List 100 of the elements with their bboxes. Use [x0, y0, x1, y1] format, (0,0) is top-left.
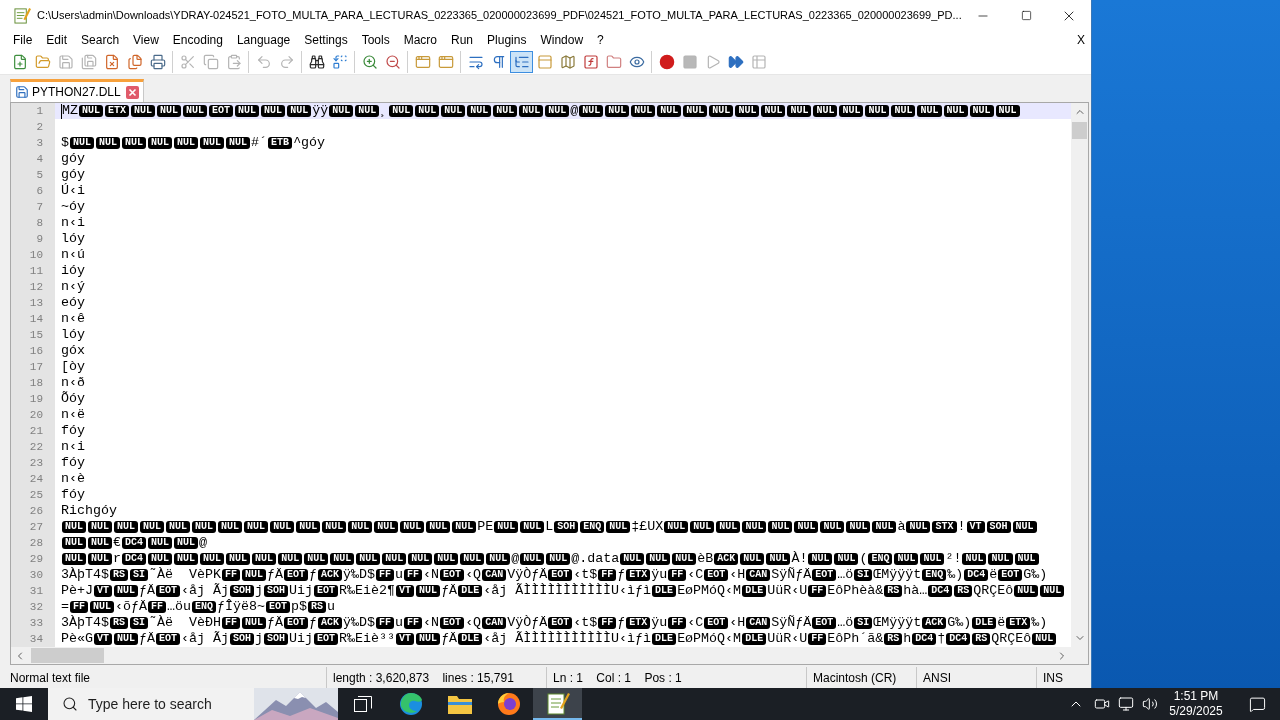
control-character: EOT: [314, 633, 339, 645]
control-character: DC4: [964, 569, 989, 581]
flame-globe-icon[interactable]: [496, 692, 521, 716]
control-character: EOT: [812, 569, 837, 581]
maximize-icon[interactable]: [1020, 10, 1032, 21]
scrollbar-thumb[interactable]: [1072, 122, 1087, 139]
fast-forward-icon[interactable]: [727, 54, 744, 70]
clock-date[interactable]: 5/29/2025: [1169, 704, 1223, 719]
notification-icon[interactable]: [1248, 695, 1266, 713]
code-text: ÿ‰D$: [343, 567, 376, 583]
document-tab[interactable]: PYTHON27.DLL: [10, 79, 144, 102]
printer-icon[interactable]: [149, 54, 166, 70]
close-files-icon[interactable]: [126, 54, 143, 70]
function-icon[interactable]: [582, 54, 599, 70]
menu-item[interactable]: Macro: [396, 31, 444, 50]
line-number: 30: [11, 567, 55, 583]
control-character: NUL: [664, 521, 689, 533]
code-text: UüR‹U: [767, 631, 808, 647]
control-character: NUL: [606, 521, 631, 533]
close-document-button[interactable]: X: [1077, 31, 1085, 50]
line-number: 33: [11, 615, 55, 631]
code-text: EôPh´ã&: [827, 631, 884, 647]
swirl-logo-icon[interactable]: [398, 692, 423, 716]
vertical-scrollbar[interactable]: [1071, 103, 1088, 647]
menu-item[interactable]: Run: [444, 31, 481, 50]
code-text: hà…: [903, 583, 928, 599]
code-text: ‹C: [687, 567, 704, 583]
control-character: FF: [668, 569, 687, 581]
clock-time[interactable]: 1:51 PM: [1173, 689, 1219, 704]
code-text: G‰): [1023, 567, 1048, 583]
eye-icon[interactable]: [628, 54, 645, 70]
window-icon[interactable]: [414, 54, 431, 70]
control-character: NUL: [174, 137, 199, 149]
control-character: RS: [110, 569, 128, 581]
control-character: NUL: [296, 521, 321, 533]
control-character: VT: [396, 585, 415, 597]
binoculars-icon[interactable]: [308, 54, 325, 70]
menu-item[interactable]: View: [126, 31, 166, 50]
menu-item[interactable]: Settings: [297, 31, 355, 50]
menu-item[interactable]: Tools: [354, 31, 397, 50]
menu-item[interactable]: Edit: [39, 31, 75, 50]
replace-icon[interactable]: [331, 54, 348, 70]
control-character: RS: [308, 601, 327, 613]
network-icon[interactable]: [1118, 696, 1134, 712]
close-file-icon[interactable]: [103, 54, 120, 70]
control-character: NUL: [166, 521, 191, 533]
search-field[interactable]: Type here to search: [88, 694, 238, 714]
horizontal-scrollbar[interactable]: [11, 647, 1071, 664]
scrollbar-thumb[interactable]: [31, 648, 104, 663]
notepad-icon[interactable]: [545, 691, 570, 715]
open-folder-icon[interactable]: [34, 54, 51, 70]
line-number: 14: [11, 311, 55, 327]
control-character: EOT: [440, 617, 465, 629]
record-icon[interactable]: [658, 54, 675, 70]
line-number: 32: [11, 599, 55, 615]
control-character: DC4: [122, 553, 147, 565]
folder-icon[interactable]: [447, 694, 472, 714]
menu-item[interactable]: ?: [590, 31, 611, 50]
zoom-out-icon[interactable]: [384, 54, 401, 70]
control-character: NUL: [174, 553, 199, 565]
panel-icon[interactable]: [536, 54, 553, 70]
code-text: @: [511, 551, 520, 567]
code-text: VÿÒƒÄ: [507, 567, 548, 583]
search-box[interactable]: Type here to search: [48, 688, 338, 720]
code-text: QRÇEô: [973, 583, 1014, 599]
control-character: NUL: [322, 521, 347, 533]
wrap-text-icon[interactable]: [467, 54, 484, 70]
code-text: PE: [477, 519, 494, 535]
menu-item[interactable]: Search: [74, 31, 127, 50]
control-character: NUL: [192, 521, 217, 533]
control-character: NUL: [88, 537, 113, 549]
control-character: CAN: [482, 617, 507, 629]
taskbar-app-button[interactable]: [533, 688, 582, 720]
code-text: Uij: [289, 583, 314, 599]
new-file-icon[interactable]: [11, 54, 28, 70]
menu-item[interactable]: Plugins: [480, 31, 534, 50]
control-character: NUL: [278, 553, 303, 565]
code-text: =: [61, 599, 69, 615]
control-character: NUL: [62, 537, 86, 549]
map-icon[interactable]: [559, 54, 576, 70]
task-view-icon[interactable]: [354, 696, 372, 712]
menu-item[interactable]: File: [6, 31, 40, 50]
menu-item[interactable]: Encoding: [165, 31, 230, 50]
line-number: 19: [11, 391, 55, 407]
volume-icon[interactable]: [1142, 696, 1158, 712]
zoom-in-icon[interactable]: [361, 54, 378, 70]
control-character: NUL: [270, 521, 295, 533]
window-panes-icon[interactable]: [16, 696, 32, 712]
menu-item[interactable]: Language: [229, 31, 298, 50]
code-text: ‹N: [423, 567, 440, 583]
control-character: NUL: [183, 105, 208, 117]
control-character: ETX: [626, 617, 651, 629]
window-icon[interactable]: [437, 54, 454, 70]
menu-item[interactable]: Window: [533, 31, 591, 50]
code-text: ƒÎÿë8~: [217, 599, 266, 615]
line-number: 27: [11, 519, 55, 535]
text-editor[interactable]: [10, 102, 1089, 665]
code-text: 3ÀþT4$: [61, 567, 109, 583]
video-camera-icon[interactable]: [1094, 696, 1110, 712]
control-character: EOT: [266, 601, 291, 613]
